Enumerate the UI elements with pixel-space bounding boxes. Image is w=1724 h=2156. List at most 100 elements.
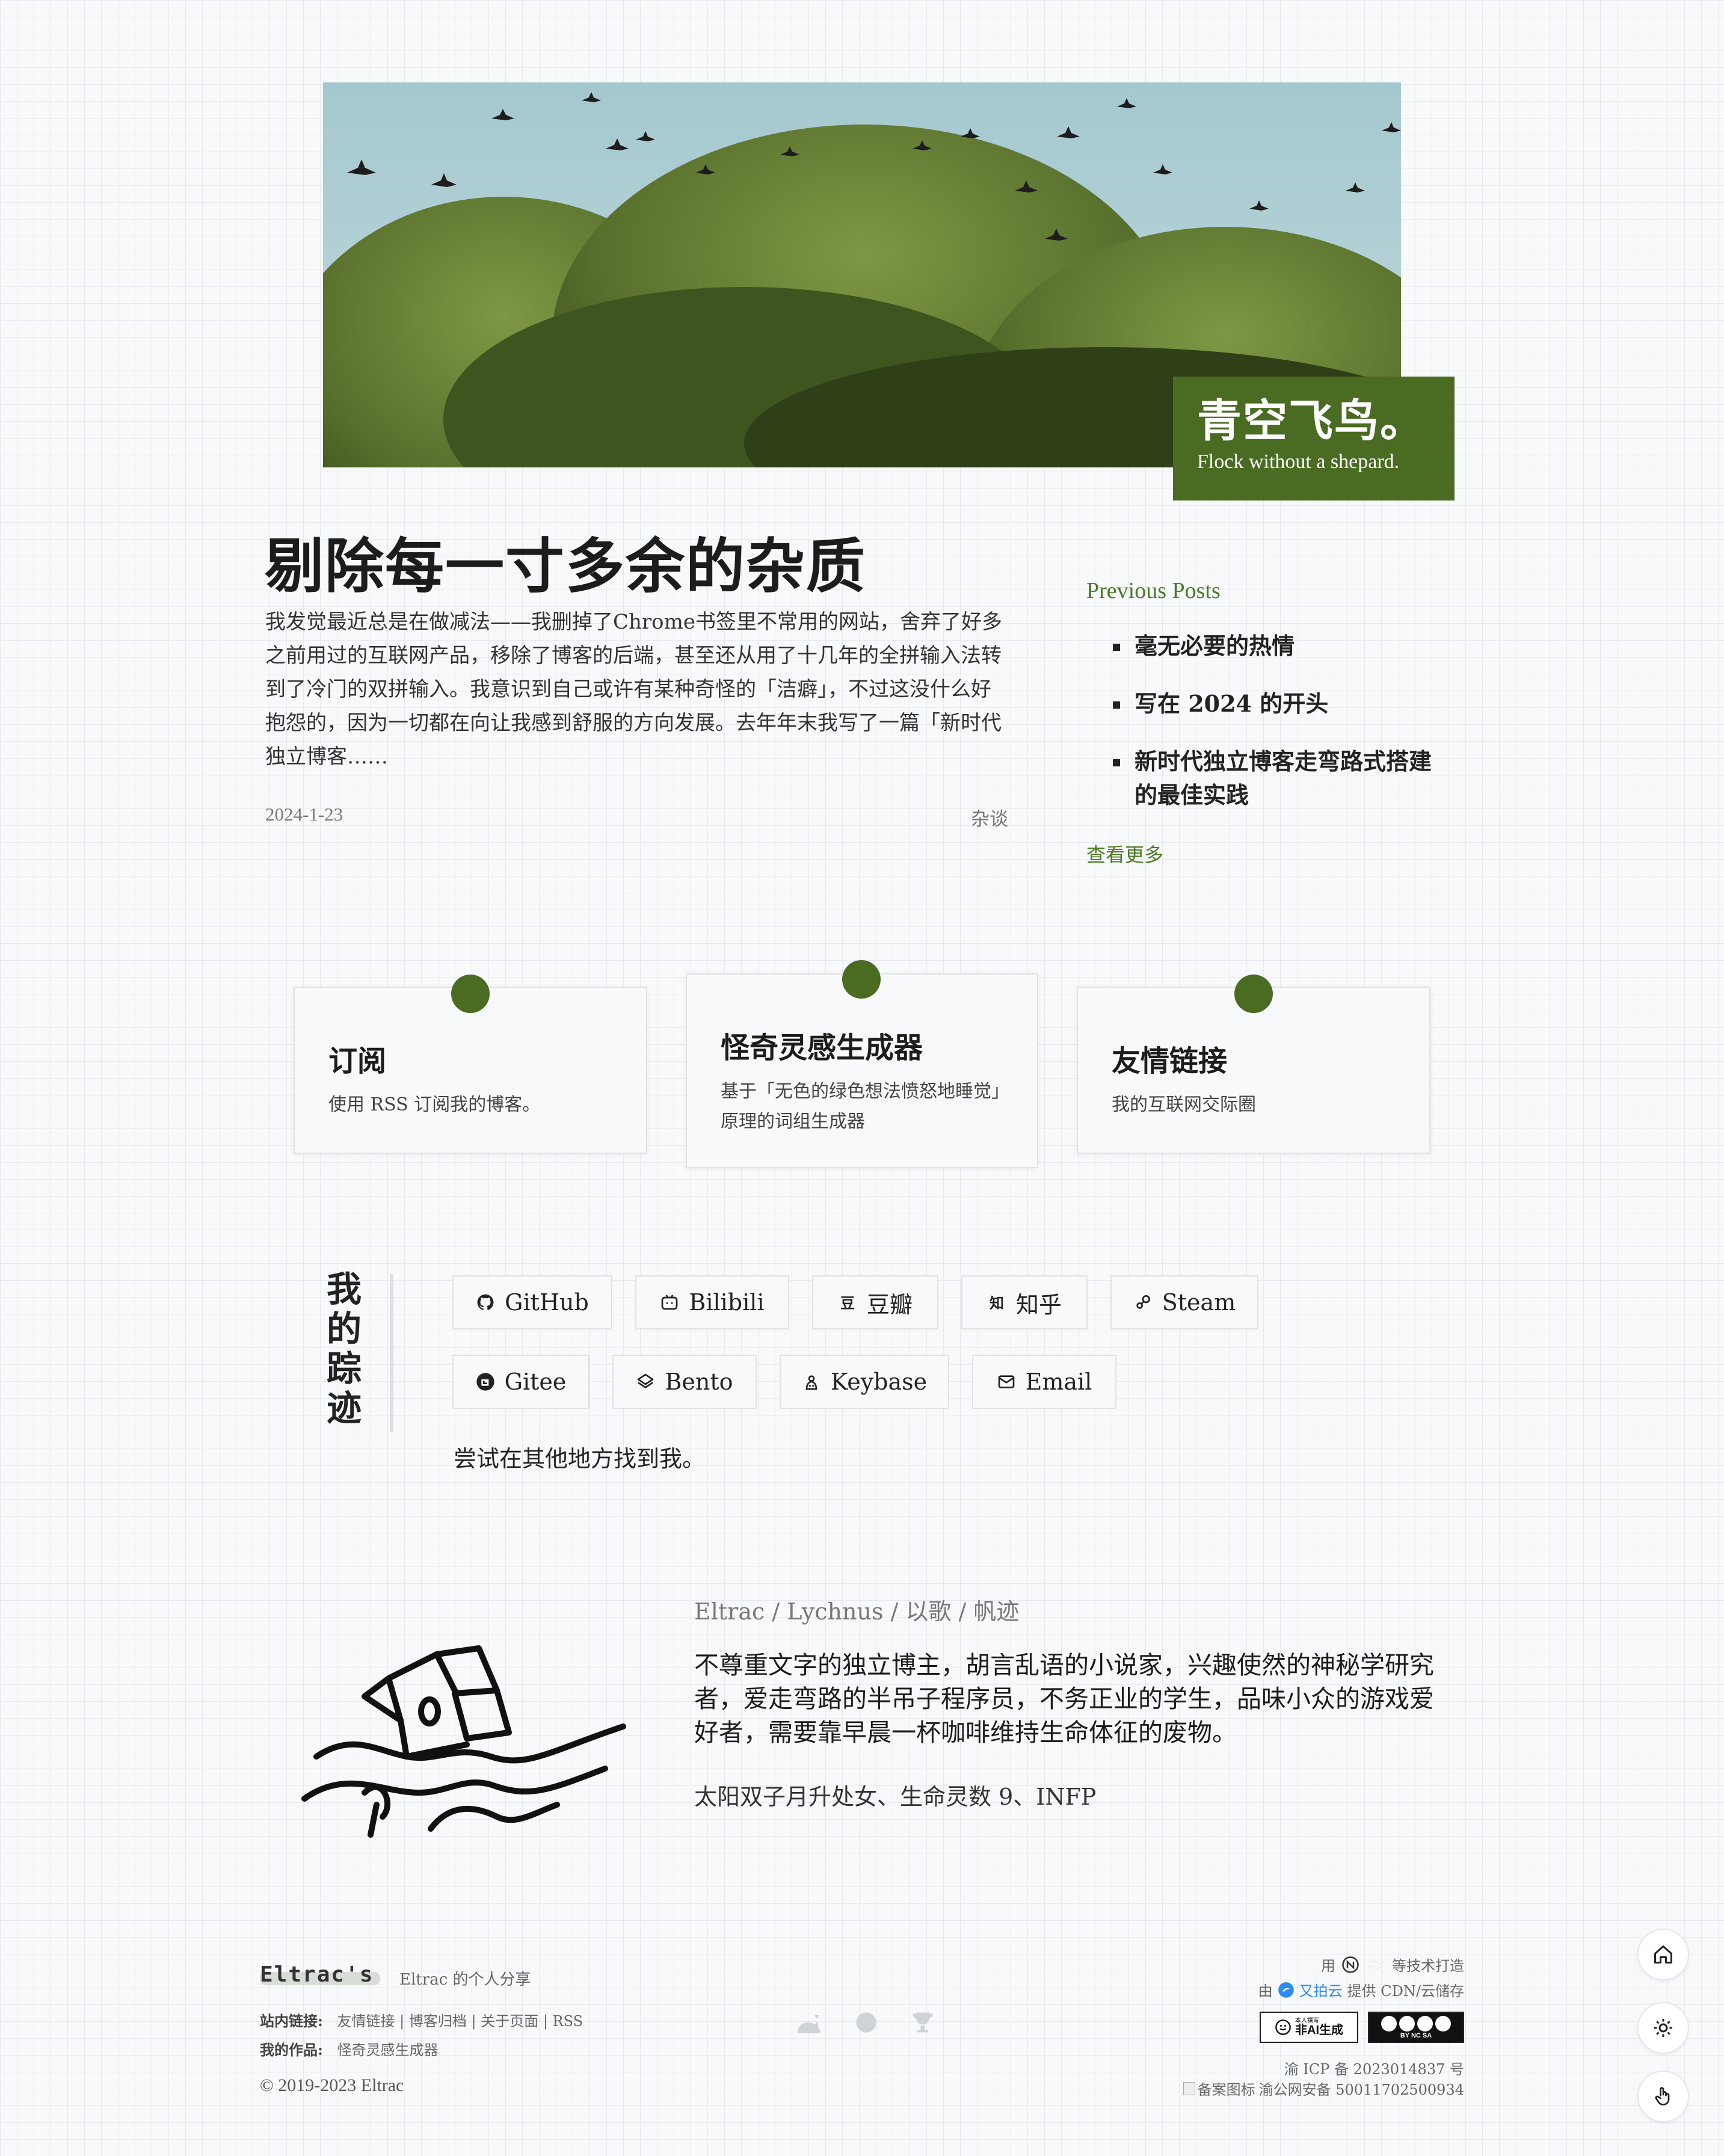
traces-note: 尝试在其他地方找到我。 — [454, 1446, 706, 1472]
bilibili-link[interactable]: Bilibili — [635, 1275, 789, 1329]
sun-icon — [1654, 2019, 1672, 2037]
steam-label: Steam — [1162, 1289, 1236, 1316]
pin-icon — [451, 975, 490, 1013]
douban-link[interactable]: 豆 豆瓣 — [812, 1275, 938, 1329]
github-label: GitHub — [505, 1289, 589, 1316]
upyun-icon[interactable] — [1278, 1982, 1295, 1998]
site-links-label: 站内链接: — [260, 2012, 323, 2030]
site-title[interactable]: 青空飞鸟。 — [1197, 396, 1430, 446]
built-with: 用 等技术打造 — [1321, 1954, 1464, 1975]
cc-license-icons — [1381, 2015, 1451, 2031]
keybase-icon — [805, 1375, 817, 1390]
github-link[interactable]: GitHub — [452, 1275, 612, 1329]
card-desc: 我的互联网交际圈 — [1112, 1094, 1256, 1115]
home-button[interactable] — [1637, 1929, 1689, 1980]
author-names: Eltrac / Lychnus / 以歌 / 帆迹 — [694, 1598, 1020, 1625]
nuxt-icon[interactable] — [1341, 1956, 1359, 1974]
copyright: © 2019-2023 Eltrac — [260, 2075, 404, 2095]
card-desc: 基于「无色的绿色想法愤怒地睡觉」原理的词组生成器 — [721, 1081, 1000, 1132]
douban-label: 豆瓣 — [866, 1291, 913, 1318]
post-category[interactable]: 杂谈 — [971, 804, 1008, 831]
footer-center-icons — [794, 2009, 936, 2036]
previous-posts-heading: Previous Posts — [1086, 578, 1221, 603]
cat-icon — [798, 2015, 820, 2033]
bento-link[interactable]: Bento — [612, 1355, 757, 1409]
gitee-link[interactable]: Gitee — [452, 1355, 590, 1409]
site-links[interactable]: 友情链接 | 博客归档 | 关于页面 | RSS — [337, 2013, 583, 2030]
pin-icon — [842, 960, 881, 999]
cdn-brand[interactable]: 又拍云 — [1299, 1979, 1343, 2000]
hero-badge: 青空飞鸟。 Flock without a shepard. — [1173, 377, 1455, 500]
mail-icon — [998, 1375, 1014, 1388]
home-icon — [1654, 1945, 1672, 1964]
works-link[interactable]: 怪奇灵感生成器 — [337, 2042, 439, 2059]
email-label: Email — [1025, 1369, 1092, 1395]
previous-post-link[interactable]: 新时代独立博客走弯路式搭建的最佳实践 — [1086, 745, 1447, 812]
sa-icon — [1435, 2015, 1451, 2031]
built-prefix: 用 — [1321, 1957, 1335, 1974]
footer-tagline: Eltrac 的个人分享 — [399, 1971, 531, 1989]
footer-badges: 本人撰写 非AI生成 BY NC SA — [1260, 2012, 1464, 2043]
steam-icon — [1136, 1295, 1150, 1309]
inspiration-generator-card[interactable]: 怪奇灵感生成器 基于「无色的绿色想法愤怒地睡觉」原理的词组生成器 — [686, 973, 1038, 1168]
works-label: 我的作品: — [260, 2041, 323, 2059]
nc-icon — [1417, 2015, 1433, 2031]
author-tags: 太阳双子月升处女、生命灵数 9、INFP — [694, 1784, 1097, 1810]
hand-pointer-icon — [1655, 2087, 1670, 2105]
gitee-label: Gitee — [504, 1369, 567, 1395]
author-bio: 不尊重文字的独立博主，胡言乱语的小说家，兴趣使然的神秘学研究者，爱走弯路的半吊子… — [694, 1651, 1434, 1747]
traces-divider — [390, 1274, 393, 1432]
card-title: 友情链接 — [1112, 1044, 1228, 1078]
footer-logo[interactable]: Eltrac's — [260, 1962, 374, 1987]
card-title: 订阅 — [328, 1044, 387, 1078]
bento-icon — [638, 1373, 654, 1388]
tailwind-icon[interactable] — [1365, 1957, 1386, 1972]
by-icon — [1399, 2015, 1415, 2031]
zhihu-label: 知乎 — [1015, 1291, 1062, 1318]
cdn-prefix: 由 — [1258, 1983, 1273, 2000]
view-more-link[interactable]: 查看更多 — [1086, 840, 1163, 867]
keybase-label: Keybase — [830, 1369, 928, 1395]
email-link[interactable]: Email — [972, 1355, 1116, 1409]
police-record-text: 渝公网安备 50011702500934 — [1258, 2081, 1464, 2098]
previous-post-link[interactable]: 写在 2024 的开头 — [1086, 687, 1447, 721]
house-doodle-image — [298, 1576, 635, 1841]
post-title[interactable]: 剔除每一寸多余的杂质 — [265, 519, 866, 604]
zhihu-link[interactable]: 知 知乎 — [961, 1275, 1088, 1329]
previous-posts-list: 毫无必要的热情 写在 2024 的开头 新时代独立博客走弯路式搭建的最佳实践 — [1086, 629, 1447, 836]
pin-icon — [1234, 975, 1273, 1013]
icp-record[interactable]: 渝 ICP 备 2023014837 号 — [1284, 2057, 1464, 2078]
github-icon — [477, 1294, 494, 1310]
pointer-toggle-button[interactable] — [1637, 2071, 1689, 2122]
police-record[interactable]: 备案图标 渝公网安备 50011702500934 — [1183, 2078, 1464, 2099]
police-record-alt: 备案图标 — [1197, 2081, 1255, 2098]
douban-icon: 豆 — [840, 1294, 855, 1311]
bilibili-label: Bilibili — [689, 1289, 765, 1316]
cc-icon — [1381, 2015, 1397, 2031]
footer-site-links: 站内链接: 友情链接 | 博客归档 | 关于页面 | RSS — [260, 2009, 583, 2030]
cdn-suffix: 提供 CDN/云储存 — [1347, 1983, 1464, 2000]
police-record-image: 备案图标 — [1183, 2078, 1255, 2099]
bento-label: Bento — [665, 1369, 733, 1395]
svg-text:豆: 豆 — [840, 1294, 855, 1311]
not-ai-badge-text: 非AI生成 — [1295, 2024, 1343, 2037]
steam-link[interactable]: Steam — [1110, 1275, 1258, 1329]
bilibili-icon — [662, 1295, 678, 1310]
not-ai-badge[interactable]: 本人撰写 非AI生成 — [1260, 2012, 1358, 2043]
keybase-link[interactable]: Keybase — [780, 1355, 949, 1409]
site-subtitle: Flock without a shepard. — [1197, 451, 1400, 473]
footer-works: 我的作品: 怪奇灵感生成器 — [260, 2038, 439, 2059]
smile-icon — [1275, 2019, 1291, 2035]
moon-icon — [856, 2012, 876, 2033]
cc-license-badge[interactable]: BY NC SA — [1368, 2012, 1464, 2043]
built-suffix: 等技术打造 — [1392, 1957, 1464, 1974]
card-desc: 使用 RSS 订阅我的博客。 — [328, 1094, 541, 1115]
card-title: 怪奇灵感生成器 — [721, 1031, 923, 1065]
zhihu-icon: 知 — [990, 1294, 1004, 1311]
post-date: 2024-1-23 — [265, 804, 343, 825]
theme-toggle-button[interactable] — [1637, 2002, 1689, 2054]
svg-text:知: 知 — [990, 1294, 1004, 1311]
cdn-provider: 由 又拍云 提供 CDN/云储存 — [1258, 1979, 1464, 2000]
previous-post-link[interactable]: 毫无必要的热情 — [1086, 629, 1447, 663]
cc-license-text: BY NC SA — [1400, 2031, 1432, 2039]
